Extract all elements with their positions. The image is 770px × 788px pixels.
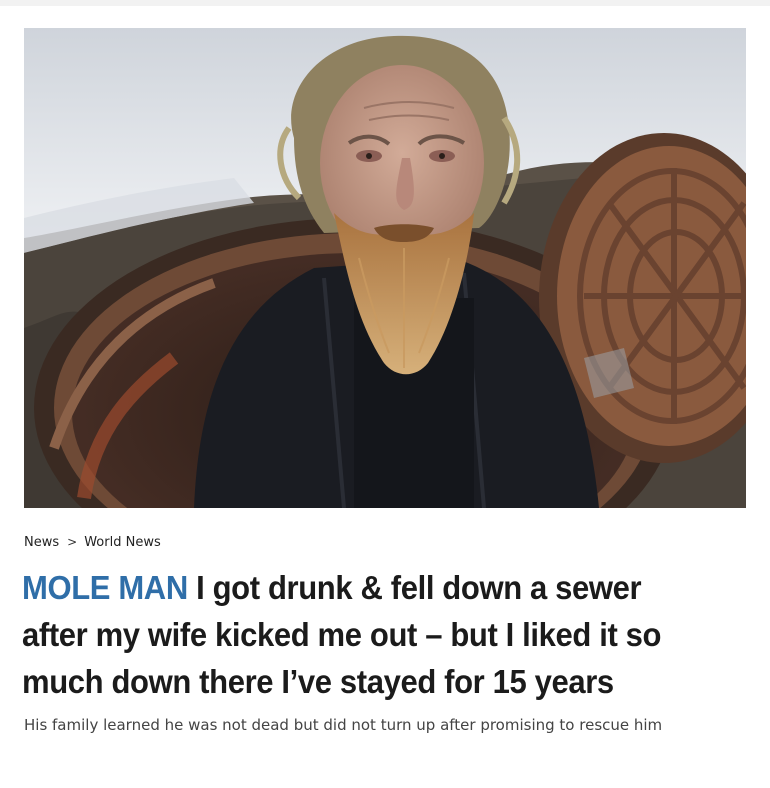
article-standfirst: His family learned he was not dead but d… bbox=[24, 716, 663, 734]
article-headline[interactable]: MOLE MAN I got drunk & fell down a sewer… bbox=[22, 564, 713, 705]
breadcrumb: News > World News bbox=[24, 532, 161, 552]
headline-kicker: MOLE MAN bbox=[22, 569, 188, 606]
article-hero-image[interactable] bbox=[24, 28, 746, 508]
top-divider bbox=[0, 0, 770, 6]
man-in-manhole-photo bbox=[24, 28, 746, 508]
breadcrumb-news[interactable]: News bbox=[24, 535, 59, 550]
breadcrumb-world-news[interactable]: World News bbox=[84, 535, 161, 550]
chevron-right-icon: > bbox=[67, 535, 78, 549]
